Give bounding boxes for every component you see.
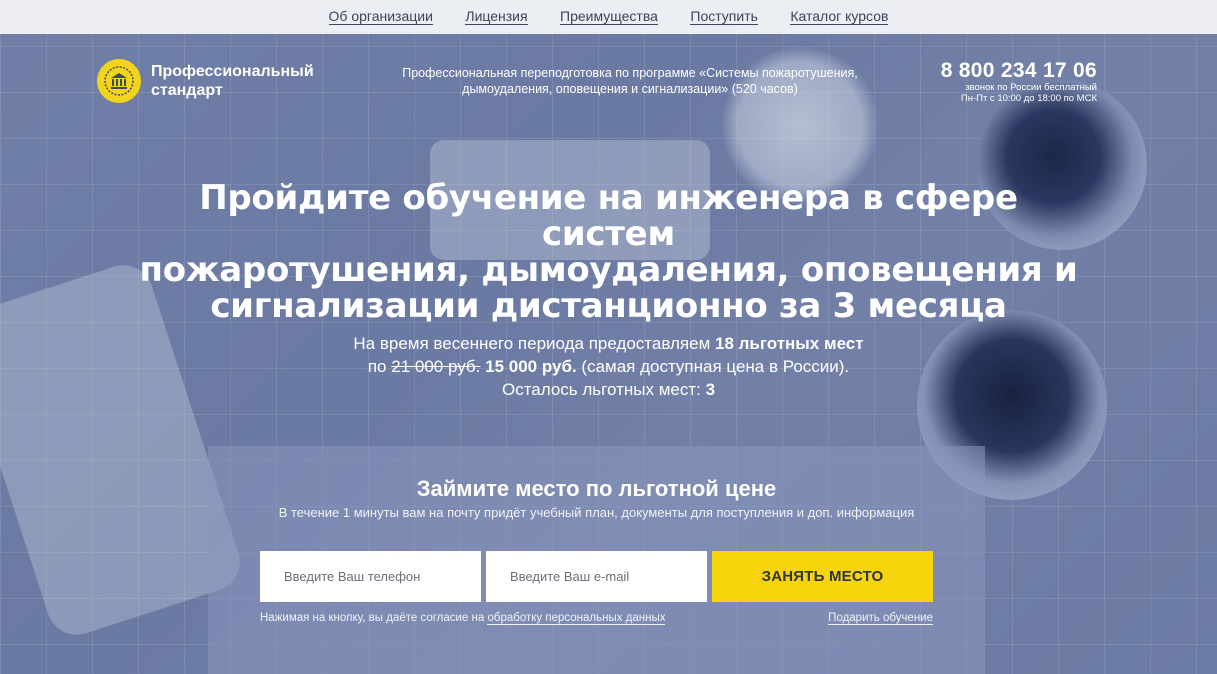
offer-by: по <box>367 357 392 376</box>
offer-seats: 18 льготных мест <box>715 334 864 353</box>
program-line-1: Профессиональная переподготовка по прогр… <box>402 66 858 80</box>
offer-suffix: (самая доступная цена в России). <box>576 357 850 376</box>
remaining-count: 3 <box>705 380 716 399</box>
phone-note-free: звонок по России бесплатный <box>965 82 1097 93</box>
headline-line-2: пожаротушения, дымоудаления, оповещения … <box>139 250 1078 290</box>
nav-link-advantages[interactable]: Преимущества <box>560 8 658 25</box>
program-description: Профессиональная переподготовка по прогр… <box>360 65 900 97</box>
old-price: 21 000 руб. <box>391 357 481 376</box>
remaining-label: Осталось льготных мест: <box>501 380 706 399</box>
offer-prefix: На время весеннего периода предоставляем <box>353 334 715 353</box>
nav-link-license[interactable]: Лицензия <box>465 8 528 25</box>
email-input[interactable]: Введите Ваш e-mail <box>486 551 707 602</box>
signup-form-panel: Займите место по льготной цене В течение… <box>208 446 985 674</box>
hero-section: Пройдите обучение на инженера в сфере си… <box>0 180 1217 401</box>
new-price: 15 000 руб. <box>485 357 577 376</box>
form-subtitle: В течение 1 минуты вам на почту придёт у… <box>278 505 915 520</box>
logo-line-2: стандарт <box>151 82 223 99</box>
phone-note-hours: Пн-Пт с 10:00 до 18:00 по МСК <box>960 93 1097 104</box>
phone-number[interactable]: 8 800 234 17 06 <box>941 60 1097 82</box>
top-navigation: Об организации Лицензия Преимущества Пос… <box>0 0 1217 34</box>
form-row: Введите Ваш телефон Введите Ваш e-mail З… <box>260 551 933 602</box>
offer-text: На время весеннего периода предоставляем… <box>349 332 869 401</box>
phone-input[interactable]: Введите Ваш телефон <box>260 551 481 602</box>
contact-block: 8 800 234 17 06 звонок по России бесплат… <box>941 60 1097 105</box>
submit-button[interactable]: ЗАНЯТЬ МЕСТО <box>712 551 933 602</box>
privacy-link[interactable]: обработку персональных данных <box>487 612 666 625</box>
nav-link-about[interactable]: Об организации <box>328 8 433 25</box>
logo[interactable]: Профессиональный стандарт <box>97 59 314 103</box>
consent-text: Нажимая на кнопку, вы даёте согласие на … <box>260 612 666 625</box>
nav-link-enroll[interactable]: Поступить <box>690 8 758 25</box>
logo-line-1: Профессиональный <box>151 63 314 80</box>
headline-line-1: Пройдите обучение на инженера в сфере си… <box>199 178 1018 254</box>
hero-headline: Пройдите обучение на инженера в сфере си… <box>129 180 1089 324</box>
gift-course-link[interactable]: Подарить обучение <box>828 612 933 625</box>
consent-prefix: Нажимая на кнопку, вы даёте согласие на <box>260 612 488 624</box>
building-icon <box>97 59 141 103</box>
nav-link-catalog[interactable]: Каталог курсов <box>790 8 889 25</box>
form-title: Займите место по льготной цене <box>416 476 777 501</box>
headline-line-3: сигнализации дистанционно за 3 месяца <box>210 286 1007 326</box>
program-line-2: дымоудаления, оповещения и сигнализации»… <box>462 82 798 96</box>
logo-text: Профессиональный стандарт <box>151 62 314 100</box>
